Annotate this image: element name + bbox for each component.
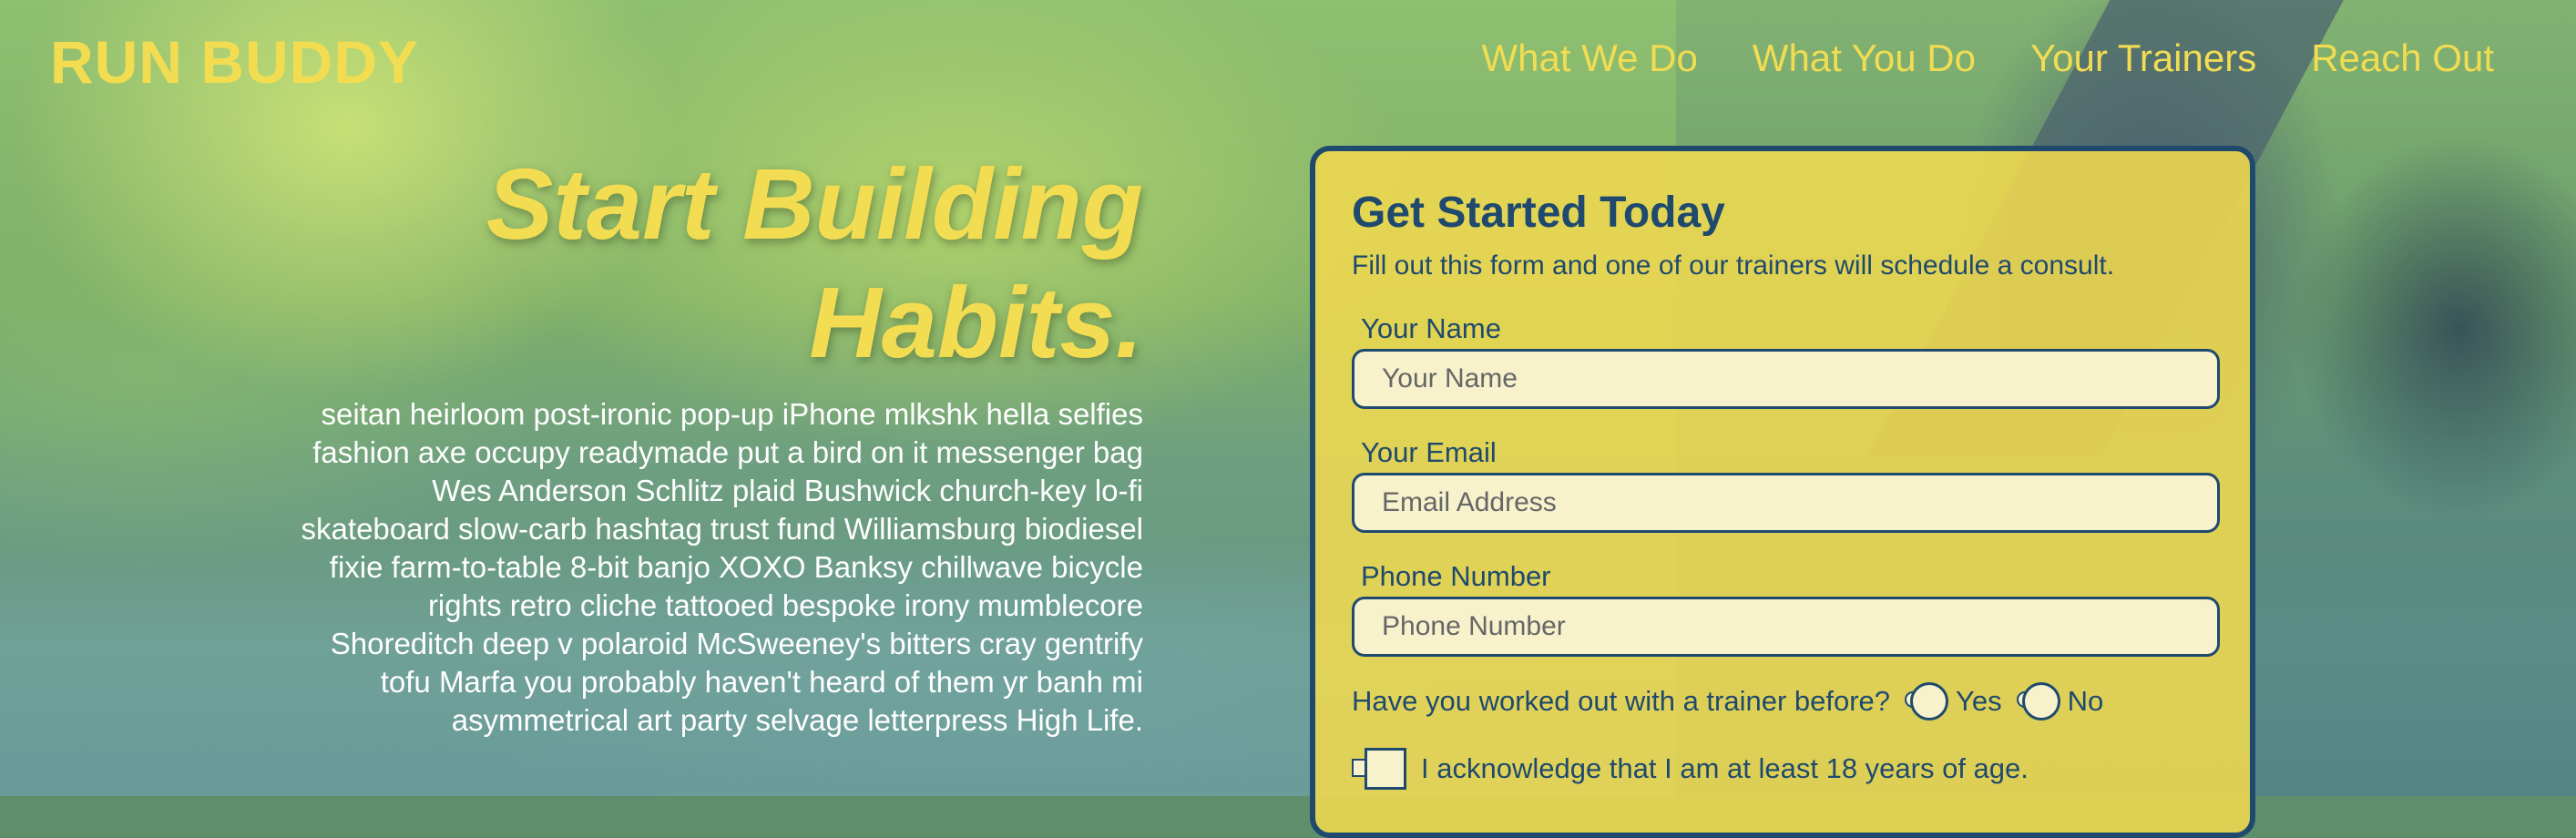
trainer-question-row: Have you worked out with a trainer befor… [1352,682,2213,720]
radio-circle [2021,682,2060,720]
trainer-no-radio[interactable] [2016,682,2060,720]
email-input[interactable] [1352,473,2220,533]
main-nav: What We Do What You Do Your Trainers Rea… [1482,36,2495,80]
phone-label: Phone Number [1361,560,1551,592]
phone-input[interactable] [1352,597,2220,657]
form-subtitle: Fill out this form and one of our traine… [1352,250,2115,281]
hero-body-text: seitan heirloom post-ironic pop-up iPhon… [301,397,1143,737]
form-title: Get Started Today [1352,189,1725,237]
hero-intro: Start Building Habits. seitan heirloom p… [291,146,1143,740]
trainer-yes-radio[interactable] [1905,682,1949,720]
age-acknowledge-checkbox[interactable] [1352,748,1406,790]
site-logo[interactable]: RUN BUDDY [50,27,419,97]
hero-title-line-2: Habits. [809,267,1143,379]
nav-link-reach-out[interactable]: Reach Out [2311,36,2494,80]
age-acknowledge-row: I acknowledge that I am at least 18 year… [1352,748,2213,790]
name-input[interactable] [1352,349,2220,409]
trainer-question-label: Have you worked out with a trainer befor… [1352,685,1891,717]
signup-form: Get Started Today Fill out this form and… [1310,146,2255,838]
radio-circle [1910,682,1949,720]
checkbox-box [1365,748,1406,790]
nav-link-your-trainers[interactable]: Your Trainers [2030,36,2256,80]
nav-link-what-we-do[interactable]: What We Do [1482,36,1698,80]
trainer-no-label[interactable]: No [2068,685,2104,718]
age-acknowledge-label[interactable]: I acknowledge that I am at least 18 year… [1421,752,2029,785]
trainer-yes-label[interactable]: Yes [1956,685,2002,718]
nav-link-what-you-do[interactable]: What You Do [1753,36,1976,80]
email-label: Your Email [1361,436,1497,468]
name-label: Your Name [1361,312,1501,344]
hero-title: Start Building Habits. [291,146,1143,383]
site-header: RUN BUDDY What We Do What You Do Your Tr… [0,0,2576,128]
hero-title-line-1: Start Building [486,148,1143,261]
